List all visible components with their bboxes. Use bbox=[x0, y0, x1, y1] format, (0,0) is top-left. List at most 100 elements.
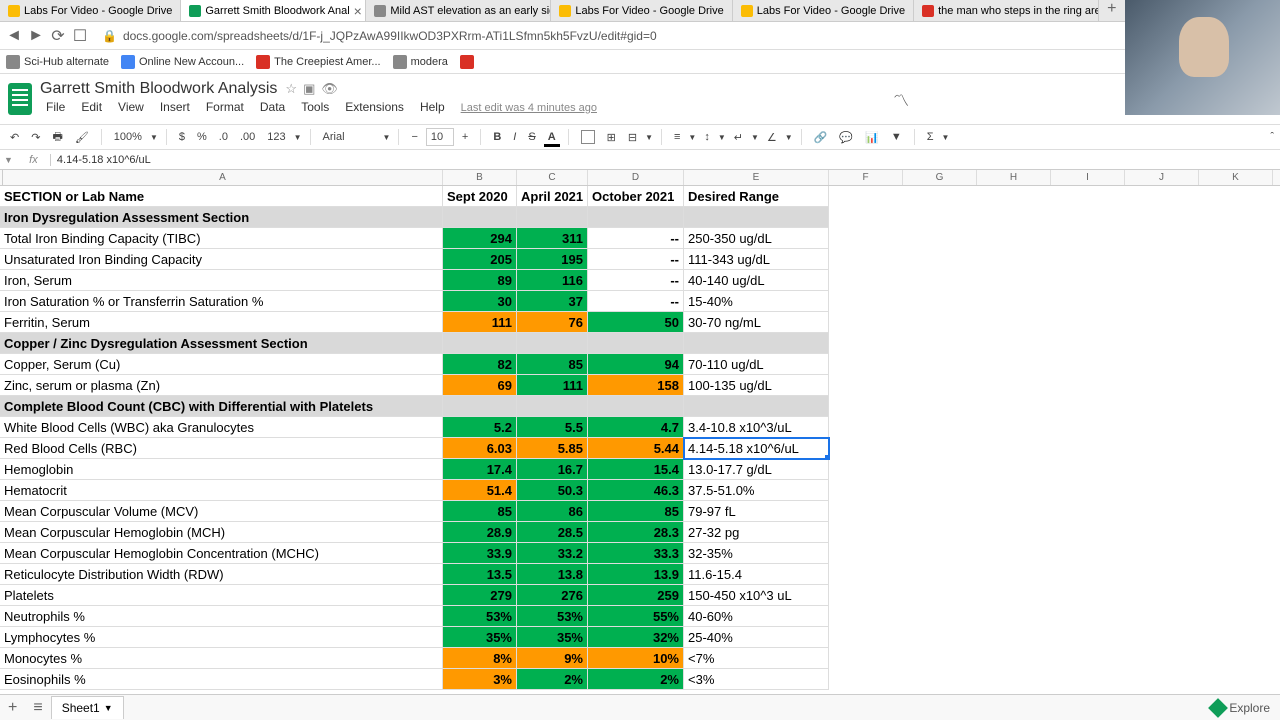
label-cell[interactable]: Lymphocytes % bbox=[0, 627, 443, 648]
data-cell[interactable]: 28.3 bbox=[588, 522, 684, 543]
valign-button[interactable]: ↕ bbox=[700, 129, 714, 145]
label-cell[interactable]: Zinc, serum or plasma (Zn) bbox=[0, 375, 443, 396]
browser-tab[interactable]: the man who steps in the ring are bbox=[914, 0, 1099, 21]
range-cell[interactable]: 4.14-5.18 x10^6/uL bbox=[684, 438, 829, 459]
label-cell[interactable]: Hemoglobin bbox=[0, 459, 443, 480]
data-cell[interactable]: 33.3 bbox=[588, 543, 684, 564]
close-icon[interactable]: × bbox=[354, 3, 362, 19]
data-cell[interactable]: 5.2 bbox=[443, 417, 517, 438]
data-cell[interactable]: 69 bbox=[443, 375, 517, 396]
range-cell[interactable]: 25-40% bbox=[684, 627, 829, 648]
data-cell[interactable]: 51.4 bbox=[443, 480, 517, 501]
section-cell[interactable] bbox=[684, 333, 829, 354]
label-cell[interactable]: Eosinophils % bbox=[0, 669, 443, 690]
label-cell[interactable]: Iron, Serum bbox=[0, 270, 443, 291]
data-cell[interactable]: 13.9 bbox=[588, 564, 684, 585]
section-cell[interactable]: Copper / Zinc Dysregulation Assessment S… bbox=[0, 333, 443, 354]
data-cell[interactable]: 4.7 bbox=[588, 417, 684, 438]
data-cell[interactable]: 5.44 bbox=[588, 438, 684, 459]
data-cell[interactable]: 5.5 bbox=[517, 417, 588, 438]
format-select[interactable]: 123 bbox=[263, 129, 289, 145]
activity-icon[interactable]: 〽 bbox=[893, 87, 909, 111]
reload-button[interactable]: ⟳ bbox=[50, 28, 66, 44]
borders-button[interactable]: ⊞ bbox=[603, 129, 620, 146]
cloud-icon[interactable]: 👁 bbox=[321, 81, 338, 97]
menu-extensions[interactable]: Extensions bbox=[339, 98, 410, 116]
font-select[interactable]: Arial bbox=[319, 129, 379, 145]
label-cell[interactable]: Platelets bbox=[0, 585, 443, 606]
explore-button[interactable]: Explore bbox=[1211, 701, 1270, 715]
name-box-dropdown[interactable]: ▼ bbox=[0, 155, 17, 165]
range-cell[interactable]: 100-135 ug/dL bbox=[684, 375, 829, 396]
text-color-button[interactable]: A bbox=[544, 129, 560, 145]
zoom-select[interactable]: 100% bbox=[110, 129, 146, 145]
data-cell[interactable]: 2% bbox=[588, 669, 684, 690]
browser-tab[interactable]: Mild AST elevation as an early sign bbox=[366, 0, 551, 21]
wrap-button[interactable]: ↵ bbox=[730, 129, 747, 146]
data-cell[interactable]: 37 bbox=[517, 291, 588, 312]
browser-tab[interactable]: Garrett Smith Bloodwork Anal× bbox=[181, 0, 366, 21]
data-cell[interactable]: 279 bbox=[443, 585, 517, 606]
data-cell[interactable]: 89 bbox=[443, 270, 517, 291]
data-cell[interactable]: 3% bbox=[443, 669, 517, 690]
back-button[interactable]: ◄ bbox=[6, 28, 22, 44]
menu-help[interactable]: Help bbox=[414, 98, 451, 116]
data-cell[interactable]: 28.9 bbox=[443, 522, 517, 543]
data-cell[interactable]: 158 bbox=[588, 375, 684, 396]
data-cell[interactable]: 94 bbox=[588, 354, 684, 375]
data-cell[interactable]: 53% bbox=[517, 606, 588, 627]
range-cell[interactable]: <3% bbox=[684, 669, 829, 690]
label-cell[interactable]: Monocytes % bbox=[0, 648, 443, 669]
data-cell[interactable]: 46.3 bbox=[588, 480, 684, 501]
section-cell[interactable] bbox=[517, 396, 588, 417]
column-header[interactable]: H bbox=[977, 170, 1051, 185]
range-cell[interactable]: 15-40% bbox=[684, 291, 829, 312]
data-cell[interactable]: 2% bbox=[517, 669, 588, 690]
range-cell[interactable]: 3.4-10.8 x10^3/uL bbox=[684, 417, 829, 438]
menu-file[interactable]: File bbox=[40, 98, 71, 116]
percent-button[interactable]: % bbox=[193, 129, 211, 145]
range-cell[interactable]: 37.5-51.0% bbox=[684, 480, 829, 501]
data-cell[interactable]: -- bbox=[588, 228, 684, 249]
data-cell[interactable]: 259 bbox=[588, 585, 684, 606]
font-size-input[interactable]: 10 bbox=[426, 128, 454, 146]
data-cell[interactable]: 111 bbox=[443, 312, 517, 333]
data-cell[interactable]: 53% bbox=[443, 606, 517, 627]
label-cell[interactable]: Hematocrit bbox=[0, 480, 443, 501]
spreadsheet-grid[interactable]: SECTION or Lab NameSept 2020April 2021Oc… bbox=[0, 186, 1280, 690]
column-header[interactable]: B bbox=[443, 170, 517, 185]
data-cell[interactable]: 82 bbox=[443, 354, 517, 375]
bookmark-item[interactable]: The Creepiest Amer... bbox=[256, 55, 380, 69]
functions-button[interactable]: Σ bbox=[923, 129, 938, 145]
label-cell[interactable]: Total Iron Binding Capacity (TIBC) bbox=[0, 228, 443, 249]
data-cell[interactable]: 85 bbox=[588, 501, 684, 522]
new-tab-button[interactable]: + bbox=[1099, 0, 1124, 21]
data-cell[interactable]: 9% bbox=[517, 648, 588, 669]
sheets-logo-icon[interactable] bbox=[8, 83, 32, 115]
bookmark-item[interactable] bbox=[460, 55, 478, 69]
data-cell[interactable]: 55% bbox=[588, 606, 684, 627]
data-cell[interactable]: 28.5 bbox=[517, 522, 588, 543]
data-cell[interactable]: 35% bbox=[517, 627, 588, 648]
fill-color-button[interactable] bbox=[577, 128, 599, 146]
data-cell[interactable]: 33.2 bbox=[517, 543, 588, 564]
label-cell[interactable]: Reticulocyte Distribution Width (RDW) bbox=[0, 564, 443, 585]
browser-tab[interactable]: Labs For Video - Google Drive bbox=[733, 0, 914, 21]
data-cell[interactable]: 17.4 bbox=[443, 459, 517, 480]
range-cell[interactable]: 32-35% bbox=[684, 543, 829, 564]
label-cell[interactable]: Mean Corpuscular Hemoglobin Concentratio… bbox=[0, 543, 443, 564]
data-cell[interactable]: 16.7 bbox=[517, 459, 588, 480]
data-cell[interactable]: 33.9 bbox=[443, 543, 517, 564]
data-cell[interactable]: 85 bbox=[443, 501, 517, 522]
range-cell[interactable]: <7% bbox=[684, 648, 829, 669]
range-cell[interactable]: 250-350 ug/dL bbox=[684, 228, 829, 249]
all-sheets-button[interactable]: ≡ bbox=[25, 699, 50, 717]
label-cell[interactable]: Mean Corpuscular Volume (MCV) bbox=[0, 501, 443, 522]
label-cell[interactable]: Neutrophils % bbox=[0, 606, 443, 627]
label-cell[interactable]: Copper, Serum (Cu) bbox=[0, 354, 443, 375]
range-cell[interactable]: 40-60% bbox=[684, 606, 829, 627]
range-cell[interactable]: 40-140 ug/dL bbox=[684, 270, 829, 291]
data-cell[interactable]: 5.85 bbox=[517, 438, 588, 459]
column-header[interactable]: I bbox=[1051, 170, 1125, 185]
undo-button[interactable]: ↶ bbox=[6, 129, 23, 146]
